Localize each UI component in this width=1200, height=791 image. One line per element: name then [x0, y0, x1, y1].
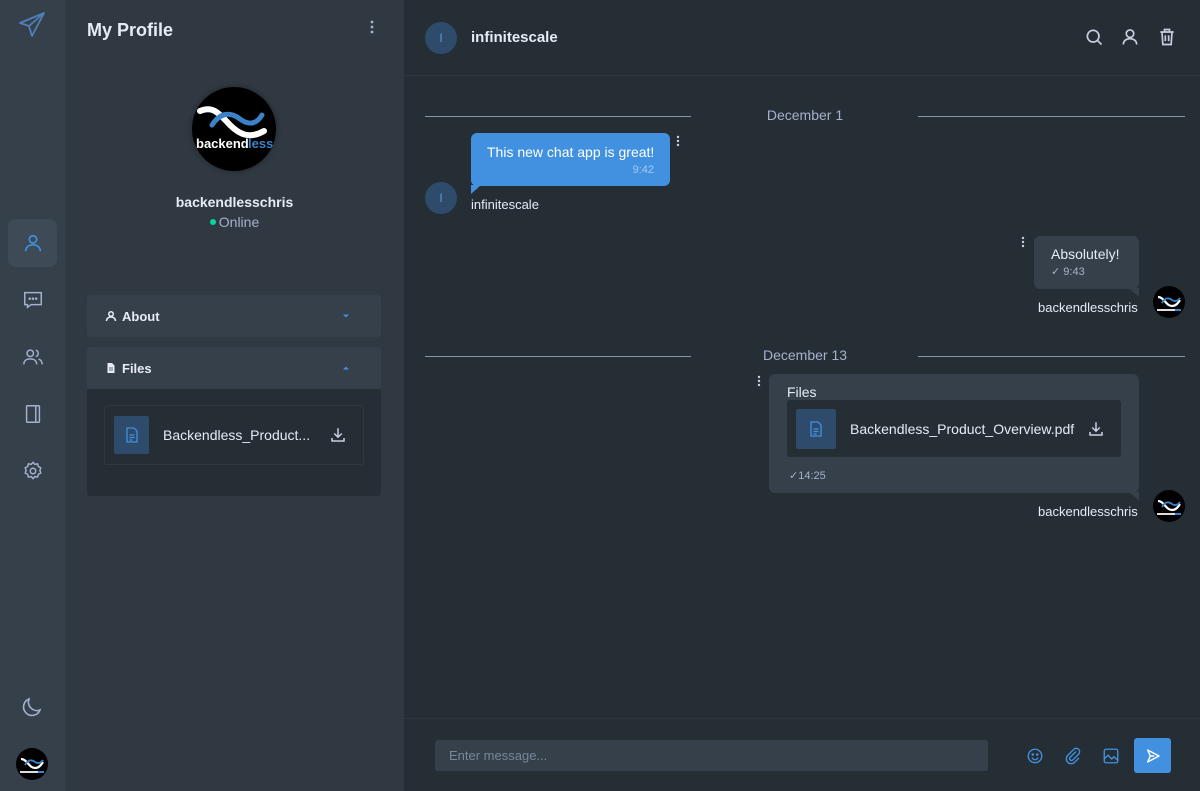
message-time: 9:42: [632, 164, 654, 176]
svg-text:less: less: [248, 136, 273, 151]
divider-line: [918, 116, 1185, 117]
about-section-toggle[interactable]: About: [87, 295, 381, 337]
about-label: About: [122, 308, 160, 324]
backendless-logo-icon: [16, 748, 48, 780]
files-list: Backendless_Product...: [87, 389, 381, 496]
nav-item-chats[interactable]: [8, 276, 57, 324]
bubble-tail: [1129, 288, 1139, 297]
date-divider: December 13: [425, 347, 1185, 367]
user-icon: [24, 234, 41, 252]
files-heading: Files: [787, 384, 817, 400]
chevron-down-icon: [343, 314, 349, 318]
paper-plane-logo-icon[interactable]: [17, 10, 47, 40]
profile-more-button[interactable]: [363, 17, 381, 37]
gear-icon: [23, 461, 42, 480]
date-divider: December 1: [425, 107, 1185, 127]
message-time: 9:43: [1063, 266, 1085, 278]
message-time-row: ✓ 9:43: [1051, 265, 1122, 278]
message-time-row: ✓14:25: [789, 469, 826, 482]
message-text: Absolutely!: [1051, 246, 1120, 262]
nav-item-profile[interactable]: [8, 219, 57, 267]
profile-avatar: backend less: [192, 87, 276, 171]
current-user-avatar[interactable]: [16, 748, 48, 780]
bubble-tail: [471, 185, 481, 194]
backendless-logo-icon: backend less: [192, 87, 276, 171]
chat-header: I infinitescale: [404, 0, 1200, 76]
backendless-logo-icon: [1153, 286, 1185, 318]
nav-item-groups[interactable]: [8, 333, 57, 381]
bubble-tail: [1129, 492, 1139, 501]
send-icon: [1146, 748, 1160, 763]
file-attachment[interactable]: Backendless_Product_Overview.pdf: [787, 400, 1121, 457]
sender-avatar[interactable]: [1153, 286, 1185, 318]
image-icon[interactable]: [1102, 747, 1120, 765]
status-text: Online: [218, 214, 260, 230]
date-label: December 1: [766, 107, 844, 123]
file-name: Backendless_Product_Overview.pdf: [850, 420, 1075, 437]
file-item[interactable]: Backendless_Product...: [104, 405, 364, 465]
message-options-button[interactable]: [674, 134, 682, 148]
files-section: Files Backendless_Product...: [87, 347, 381, 496]
profile-panel: My Profile backend less backendlesschris…: [65, 0, 404, 791]
files-label: Files: [122, 360, 152, 376]
message-bubble-outgoing[interactable]: Absolutely! ✓ 9:43: [1034, 236, 1139, 297]
svg-text:backend: backend: [196, 136, 249, 151]
file-name: Backendless_Product...: [163, 427, 311, 443]
message-bubble-outgoing-file[interactable]: Files Backendless_Product_Overview.pdf ✓…: [769, 374, 1139, 501]
chevron-up-icon: [343, 366, 349, 370]
user-icon: [105, 311, 117, 322]
sender-name: backendlesschris: [1038, 300, 1138, 315]
attachment-icon[interactable]: [1064, 747, 1082, 765]
more-vertical-icon: [1021, 236, 1025, 248]
message-time: 14:25: [798, 470, 826, 482]
download-icon[interactable]: [1087, 420, 1105, 438]
backendless-logo-icon: [1153, 490, 1185, 522]
chat-area: I infinitescale December 1 This new chat…: [404, 0, 1200, 791]
download-icon[interactable]: [329, 426, 347, 444]
message-options-button[interactable]: [1019, 235, 1027, 249]
message-icon: [23, 291, 42, 309]
online-dot-icon: [209, 219, 216, 226]
about-section: About: [87, 295, 381, 337]
profile-username: backendlesschris: [175, 194, 294, 210]
users-icon: [22, 349, 43, 365]
more-vertical-icon: [757, 375, 761, 387]
check-icon: ✓: [1051, 266, 1061, 278]
nav-item-contacts[interactable]: [8, 390, 57, 438]
message-text: This new chat app is great!: [487, 144, 655, 160]
files-section-toggle[interactable]: Files: [87, 347, 381, 389]
sender-avatar[interactable]: [1153, 490, 1185, 522]
user-icon[interactable]: [1120, 27, 1140, 47]
search-icon[interactable]: [1084, 27, 1104, 47]
file-document-icon: [810, 420, 822, 437]
contact-name[interactable]: infinitescale: [471, 29, 558, 46]
book-icon: [25, 405, 40, 423]
more-vertical-icon: [676, 135, 680, 147]
nav-rail: [0, 0, 65, 791]
page-title: My Profile: [87, 20, 174, 40]
divider-line: [918, 356, 1185, 357]
file-document-icon: [125, 427, 138, 443]
send-button[interactable]: [1134, 738, 1171, 773]
more-vertical-icon: [370, 20, 374, 34]
nav-item-settings[interactable]: [8, 447, 57, 495]
status-indicator: Online: [65, 214, 404, 230]
message-options-button[interactable]: [755, 374, 763, 388]
emoji-icon[interactable]: [1026, 747, 1044, 765]
file-thumb: [114, 416, 149, 454]
check-icon: ✓: [789, 470, 799, 482]
sender-name: backendlesschris: [1038, 504, 1138, 519]
message-bubble-incoming[interactable]: This new chat app is great! 9:42: [471, 133, 670, 194]
sender-name: infinitescale: [471, 197, 539, 212]
message-composer: [404, 718, 1200, 791]
moon-icon[interactable]: [20, 695, 44, 719]
sender-avatar[interactable]: I: [425, 182, 457, 214]
message-input[interactable]: [435, 740, 988, 771]
contact-avatar[interactable]: I: [425, 22, 457, 54]
file-icon: [107, 363, 115, 373]
date-label: December 13: [762, 347, 848, 363]
file-thumb: [796, 408, 836, 449]
trash-icon[interactable]: [1157, 27, 1177, 47]
